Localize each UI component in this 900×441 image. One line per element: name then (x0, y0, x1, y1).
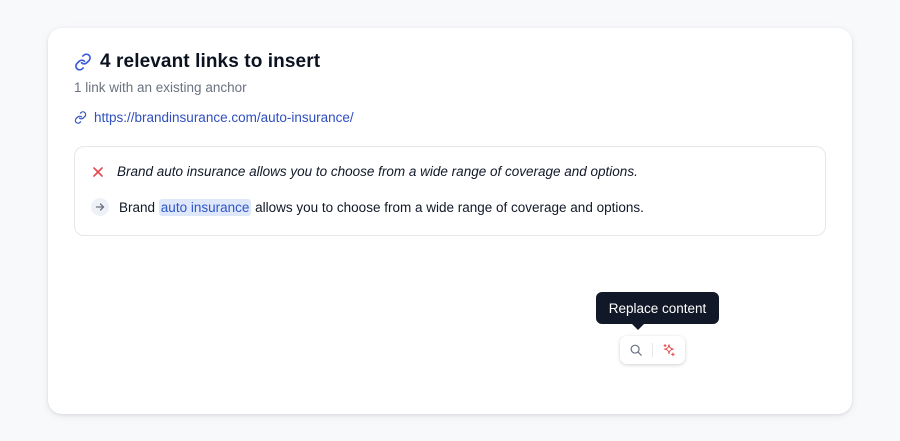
target-link-row: https://brandinsurance.com/auto-insuranc… (74, 110, 354, 125)
target-url-link[interactable]: https://brandinsurance.com/auto-insuranc… (94, 110, 354, 125)
arrow-right-icon (91, 198, 109, 216)
card-subtitle: 1 link with an existing anchor (74, 80, 247, 95)
replace-content-tooltip: Replace content (596, 292, 719, 324)
new-sentence-row: Brand auto insurance allows you to choos… (91, 198, 644, 216)
action-toolbar (620, 336, 685, 364)
anchor-text[interactable]: auto insurance (158, 198, 252, 216)
link-icon (74, 53, 92, 71)
link-icon (74, 111, 87, 124)
original-sentence: Brand auto insurance allows you to choos… (117, 164, 638, 179)
card-title: 4 relevant links to insert (100, 51, 321, 72)
suggestion-box: Brand auto insurance allows you to choos… (74, 146, 826, 236)
new-sentence: Brand auto insurance allows you to choos… (119, 198, 644, 216)
original-sentence-row: Brand auto insurance allows you to choos… (91, 164, 638, 179)
sparkle-icon (662, 343, 676, 357)
links-card: 4 relevant links to insert 1 link with a… (48, 28, 852, 414)
close-icon (91, 165, 105, 179)
tooltip-caret (632, 324, 644, 330)
card-header: 4 relevant links to insert (74, 50, 320, 74)
new-sentence-end: allows you to choose from a wide range o… (255, 199, 644, 215)
search-button[interactable] (620, 336, 652, 364)
new-sentence-start: Brand (119, 199, 156, 215)
replace-content-button[interactable] (653, 336, 685, 364)
search-icon (629, 343, 643, 357)
